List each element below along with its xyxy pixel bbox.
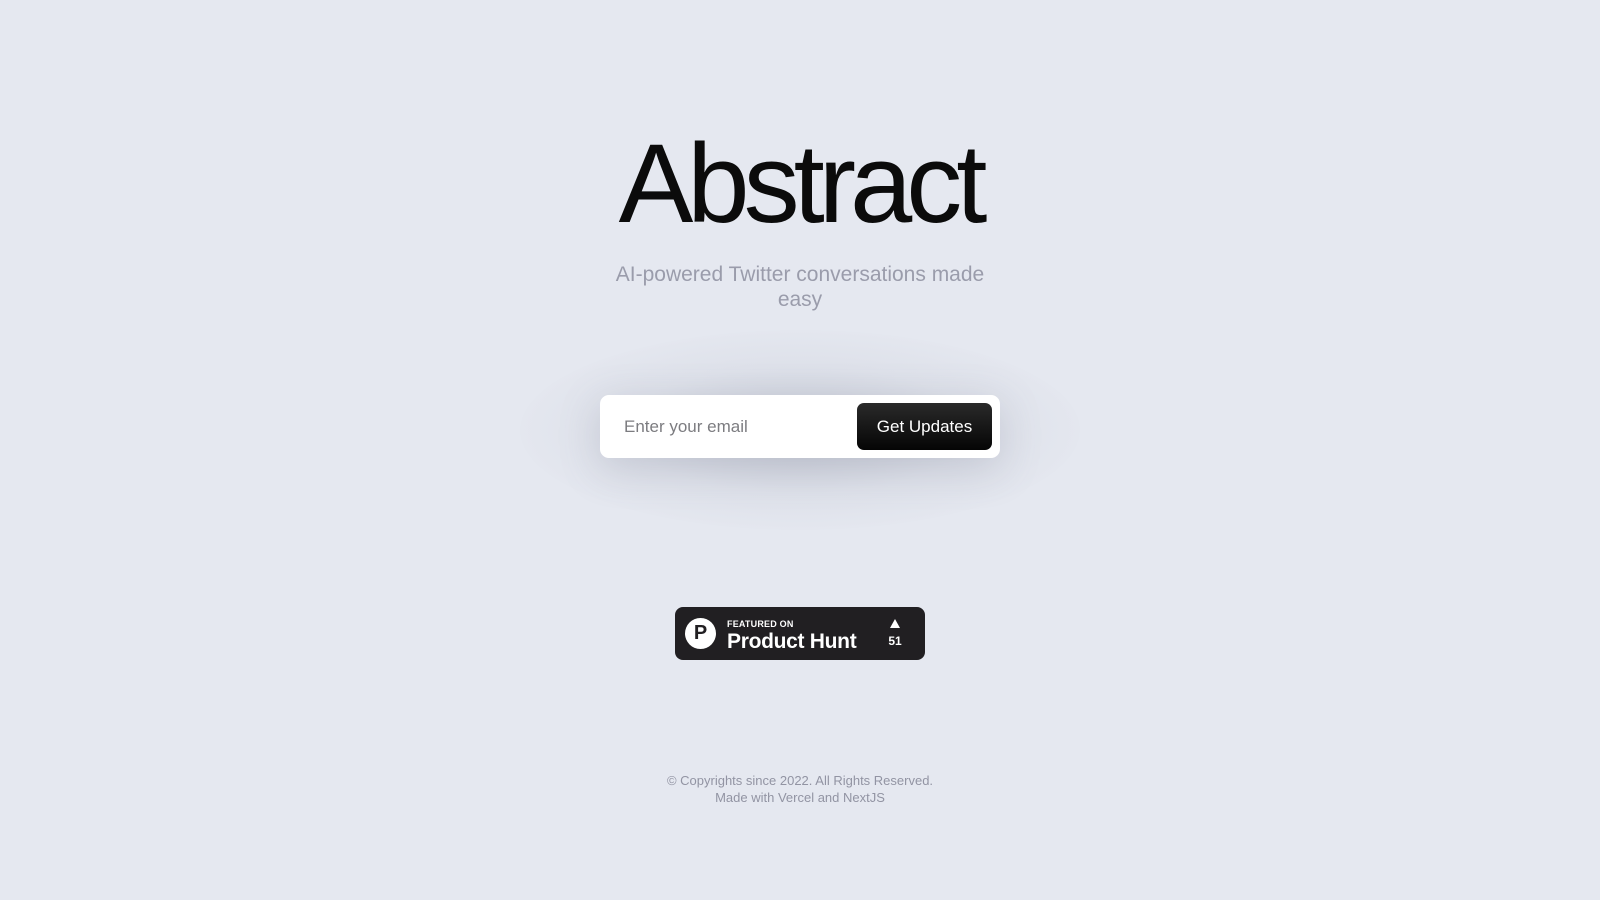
email-signup-form: Get Updates	[600, 395, 1000, 458]
product-hunt-badge[interactable]: P FEATURED ON Product Hunt 51	[675, 607, 925, 660]
made-with-text: Made with Vercel and NextJS	[715, 790, 885, 805]
product-hunt-logo-icon: P	[685, 618, 716, 649]
email-input[interactable]	[600, 395, 850, 458]
get-updates-button[interactable]: Get Updates	[857, 403, 992, 450]
upvote-arrow-icon	[890, 619, 900, 628]
upvote-count: 51	[888, 634, 902, 648]
product-hunt-name: Product Hunt	[727, 630, 857, 653]
footer: © Copyrights since 2022. All Rights Rese…	[0, 772, 1600, 806]
copyright-text: © Copyrights since 2022. All Rights Rese…	[666, 773, 934, 788]
page-title: Abstract	[618, 121, 988, 246]
featured-on-label: FEATURED ON	[727, 619, 794, 629]
landing-page: Abstract AI-powered Twitter conversation…	[0, 0, 1600, 900]
page-subtitle: AI-powered Twitter conversations made ea…	[615, 263, 985, 311]
